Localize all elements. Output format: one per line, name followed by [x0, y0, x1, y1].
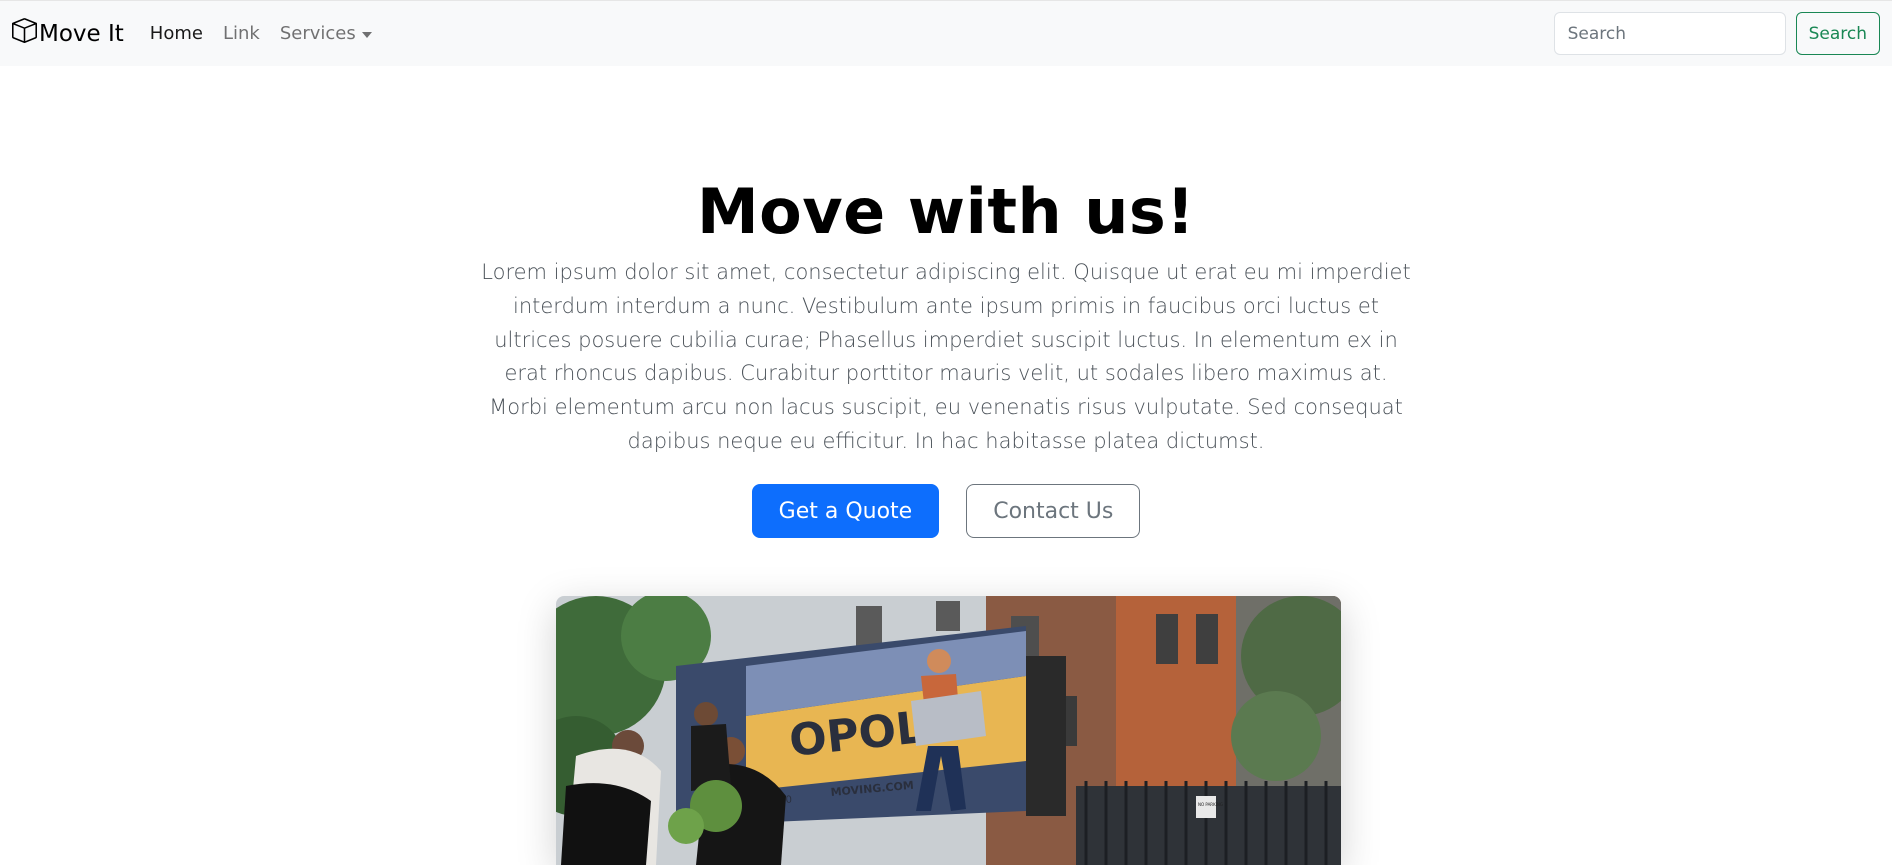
nav-item-home[interactable]: Home [150, 23, 203, 44]
no-parking-sign-text: NO PARKING [1198, 802, 1223, 807]
services-label: Services [279, 23, 356, 44]
nav-item-services-dropdown[interactable]: Services [280, 23, 372, 44]
caret-down-icon [361, 31, 372, 38]
hero-title: Move with us! [696, 175, 1196, 248]
navbar: Move It Home Link Services Search [0, 0, 1892, 66]
hero-section: Move with us! Lorem ipsum dolor sit amet… [0, 66, 1892, 539]
contact-us-button[interactable]: Contact Us [966, 484, 1141, 539]
box-icon [12, 18, 37, 49]
search-input[interactable] [1553, 12, 1786, 55]
search-form: Search [1553, 12, 1880, 55]
brand-link[interactable]: Move It [12, 18, 124, 49]
search-button[interactable]: Search [1795, 12, 1880, 55]
get-quote-button[interactable]: Get a Quote [751, 484, 940, 539]
moving-truck-photo: OPOLIS MOVING.COM 718 320 [556, 596, 1341, 865]
nav-item-link[interactable]: Link [223, 23, 260, 44]
nav-links: Home Link Services [150, 23, 372, 44]
hero-actions: Get a Quote Contact Us [0, 484, 1892, 539]
hero-image: OPOLIS MOVING.COM 718 320 [556, 596, 1341, 865]
brand-label: Move It [39, 20, 124, 47]
hero-lead-text: Lorem ipsum dolor sit amet, consectetur … [481, 260, 1411, 453]
